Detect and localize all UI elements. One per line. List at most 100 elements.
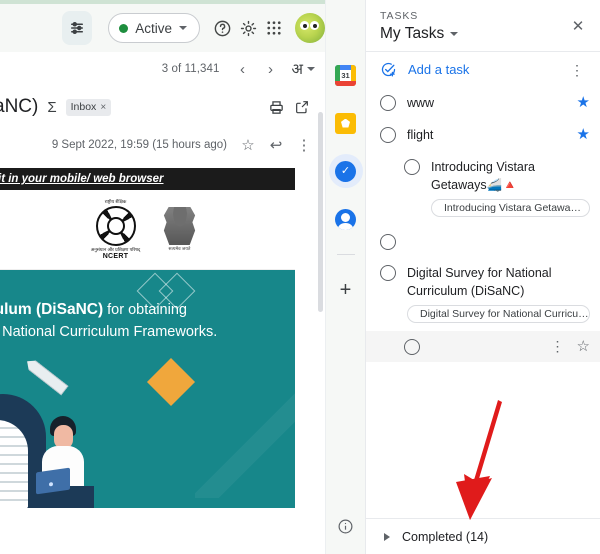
view-in-browser-banner[interactable]: it in your mobile/ web browser [0,168,295,190]
translate-language-button[interactable]: अ [292,59,315,79]
google-tasks-icon[interactable]: ✓ [328,154,363,188]
linked-email-chip[interactable]: Digital Survey for National Curricu… [407,304,590,323]
avatar[interactable] [294,13,325,43]
orange-diamond-shape [146,357,196,407]
message-meta-row: 9 Sept 2022, 19:59 (15 hours ago) ☆ ↩ ⋮ [0,122,325,164]
label-chip-text: Inbox [70,101,97,113]
task-checkbox-icon[interactable] [380,264,396,281]
hero-headline-line2: of National Curriculum Frameworks. [0,323,218,340]
help-icon[interactable] [210,11,236,45]
linked-email-title: Introducing Vistara Getawa… [444,202,581,214]
tasks-kicker: TASKS [380,10,419,22]
email-content: it in your mobile/ web browser राष्ट्रीय… [0,168,325,508]
expand-triangle-icon [384,532,390,541]
task-list-selector[interactable]: My Tasks [380,25,588,43]
ncert-logo: राष्ट्रीय शैक्षिक अनुसंधान और प्रशिक्षण … [88,199,144,260]
star-icon[interactable]: ☆ [577,339,590,354]
person-with-laptop-illustration [32,416,102,508]
status-badge[interactable]: Inbox × [65,98,112,116]
add-task-row[interactable]: Add a task ⋮ [366,52,600,87]
more-vert-icon[interactable]: ⋮ [566,63,588,77]
gear-icon[interactable] [236,11,262,45]
task-list-name: My Tasks [380,25,445,42]
pencil-illustration [23,356,68,395]
list-item[interactable]: ⋮ ☆ [366,331,600,362]
subject-row: aNC) Σ Inbox × [0,86,325,122]
completed-section-toggle[interactable]: Completed (14) [366,518,600,554]
chevron-down-icon [450,32,459,36]
task-checkbox-icon[interactable] [380,127,396,143]
more-vert-icon[interactable]: ⋮ [291,132,317,158]
info-icon[interactable] [337,518,354,540]
mail-scrollbar[interactable] [318,112,323,312]
task-checkbox-icon[interactable] [404,159,420,175]
hero-headline: culum (DiSaNC) for obtaining of National… [0,298,285,344]
list-item[interactable]: flight ★ [366,119,600,151]
page-title: aNC) [0,96,39,117]
reply-icon[interactable]: ↩ [263,132,289,158]
tune-icon[interactable] [62,11,93,45]
task-checkbox-icon[interactable] [404,339,420,355]
emblem-caption: सत्यमेव जयते [168,246,191,251]
apps-grid-icon[interactable] [261,11,287,45]
google-contacts-icon[interactable] [329,202,363,236]
task-list: www ★ flight ★ Introducing Vistara Getaw… [366,87,600,362]
google-calendar-icon[interactable]: 31 [329,58,363,92]
open-in-new-icon[interactable] [289,94,315,120]
chevron-left-icon[interactable]: ‹ [230,56,256,82]
mail-body: 3 of 11,341 ‹ › अ aNC) Σ Inbox × [0,52,325,554]
email-hero-banner: culum (DiSaNC) for obtaining of National… [0,270,295,508]
task-checkbox-icon[interactable] [380,95,396,111]
print-icon[interactable] [263,94,289,120]
list-item[interactable]: Introducing Vistara Getaways🚄🔺 Introduci… [366,151,600,226]
calendar-day-number: 31 [340,69,351,81]
add-task-label: Add a task [408,62,470,77]
hero-headline-bold: culum (DiSaNC) [0,301,104,318]
star-icon[interactable]: ★ [577,95,590,110]
ncert-emblem-icon [95,206,136,246]
plus-icon: + [339,279,352,301]
thread-count: 3 of 11,341 [161,63,220,75]
list-item[interactable]: Digital Survey for National Curriculum (… [366,257,600,332]
chevron-right-icon[interactable]: › [258,56,284,82]
status-dot-icon [119,23,129,33]
national-emblem: सत्यमेव जयते [158,207,202,252]
tasks-header: TASKS My Tasks ✕ [366,0,600,51]
completed-label: Completed (14) [402,529,489,544]
sigma-icon: Σ [47,98,57,116]
task-title: Digital Survey for National Curriculum (… [407,265,552,298]
language-label: अ [291,61,303,78]
thread-pagination: 3 of 11,341 ‹ › अ [0,52,325,86]
status-label: Active [135,20,172,36]
add-task-icon [380,61,397,78]
task-title: flight [407,128,434,142]
task-checkbox-icon[interactable] [380,233,396,250]
rail-divider [336,254,355,255]
tasks-panel: TASKS My Tasks ✕ Add a task ⋮ www ★ flig… [365,0,600,554]
close-icon[interactable]: × [100,102,106,113]
chevron-down-icon [307,67,315,71]
side-apps-rail: 31 ✓ + [325,0,365,554]
ncert-hindi-top: राष्ट्रीय शैक्षिक [104,199,127,204]
add-app-button[interactable]: + [329,273,363,307]
linked-email-chip[interactable]: Introducing Vistara Getawa… [431,199,590,217]
google-keep-icon[interactable] [329,106,363,140]
list-item[interactable]: www ★ [366,87,600,119]
task-title: www [407,96,435,110]
list-item[interactable] [366,226,600,257]
ncert-acronym: NCERT [102,253,129,260]
status-chip-active[interactable]: Active [108,13,200,43]
close-icon[interactable]: ✕ [566,14,590,38]
linked-email-title: Digital Survey for National Curricu… [420,307,589,320]
gmail-top-bar: Active [0,4,325,52]
email-logo-header: राष्ट्रीय शैक्षिक अनुसंधान और प्रशिक्षण … [0,190,295,270]
more-vert-icon[interactable]: ⋮ [547,339,569,353]
star-icon[interactable]: ☆ [235,132,261,158]
gmail-tasks-screen: Active 3 of 11,341 ‹ › अ NC) Σ Inbox × 9… [0,0,600,554]
star-icon[interactable]: ★ [577,127,590,142]
decorative-swoosh [195,378,295,498]
hero-headline-rest: for obtaining [103,302,187,318]
message-timestamp: 9 Sept 2022, 19:59 (15 hours ago) [51,139,227,151]
mail-pane: Active 3 of 11,341 ‹ › अ NC) Σ Inbox × 9… [0,0,325,554]
ashoka-emblem-icon [163,207,196,245]
